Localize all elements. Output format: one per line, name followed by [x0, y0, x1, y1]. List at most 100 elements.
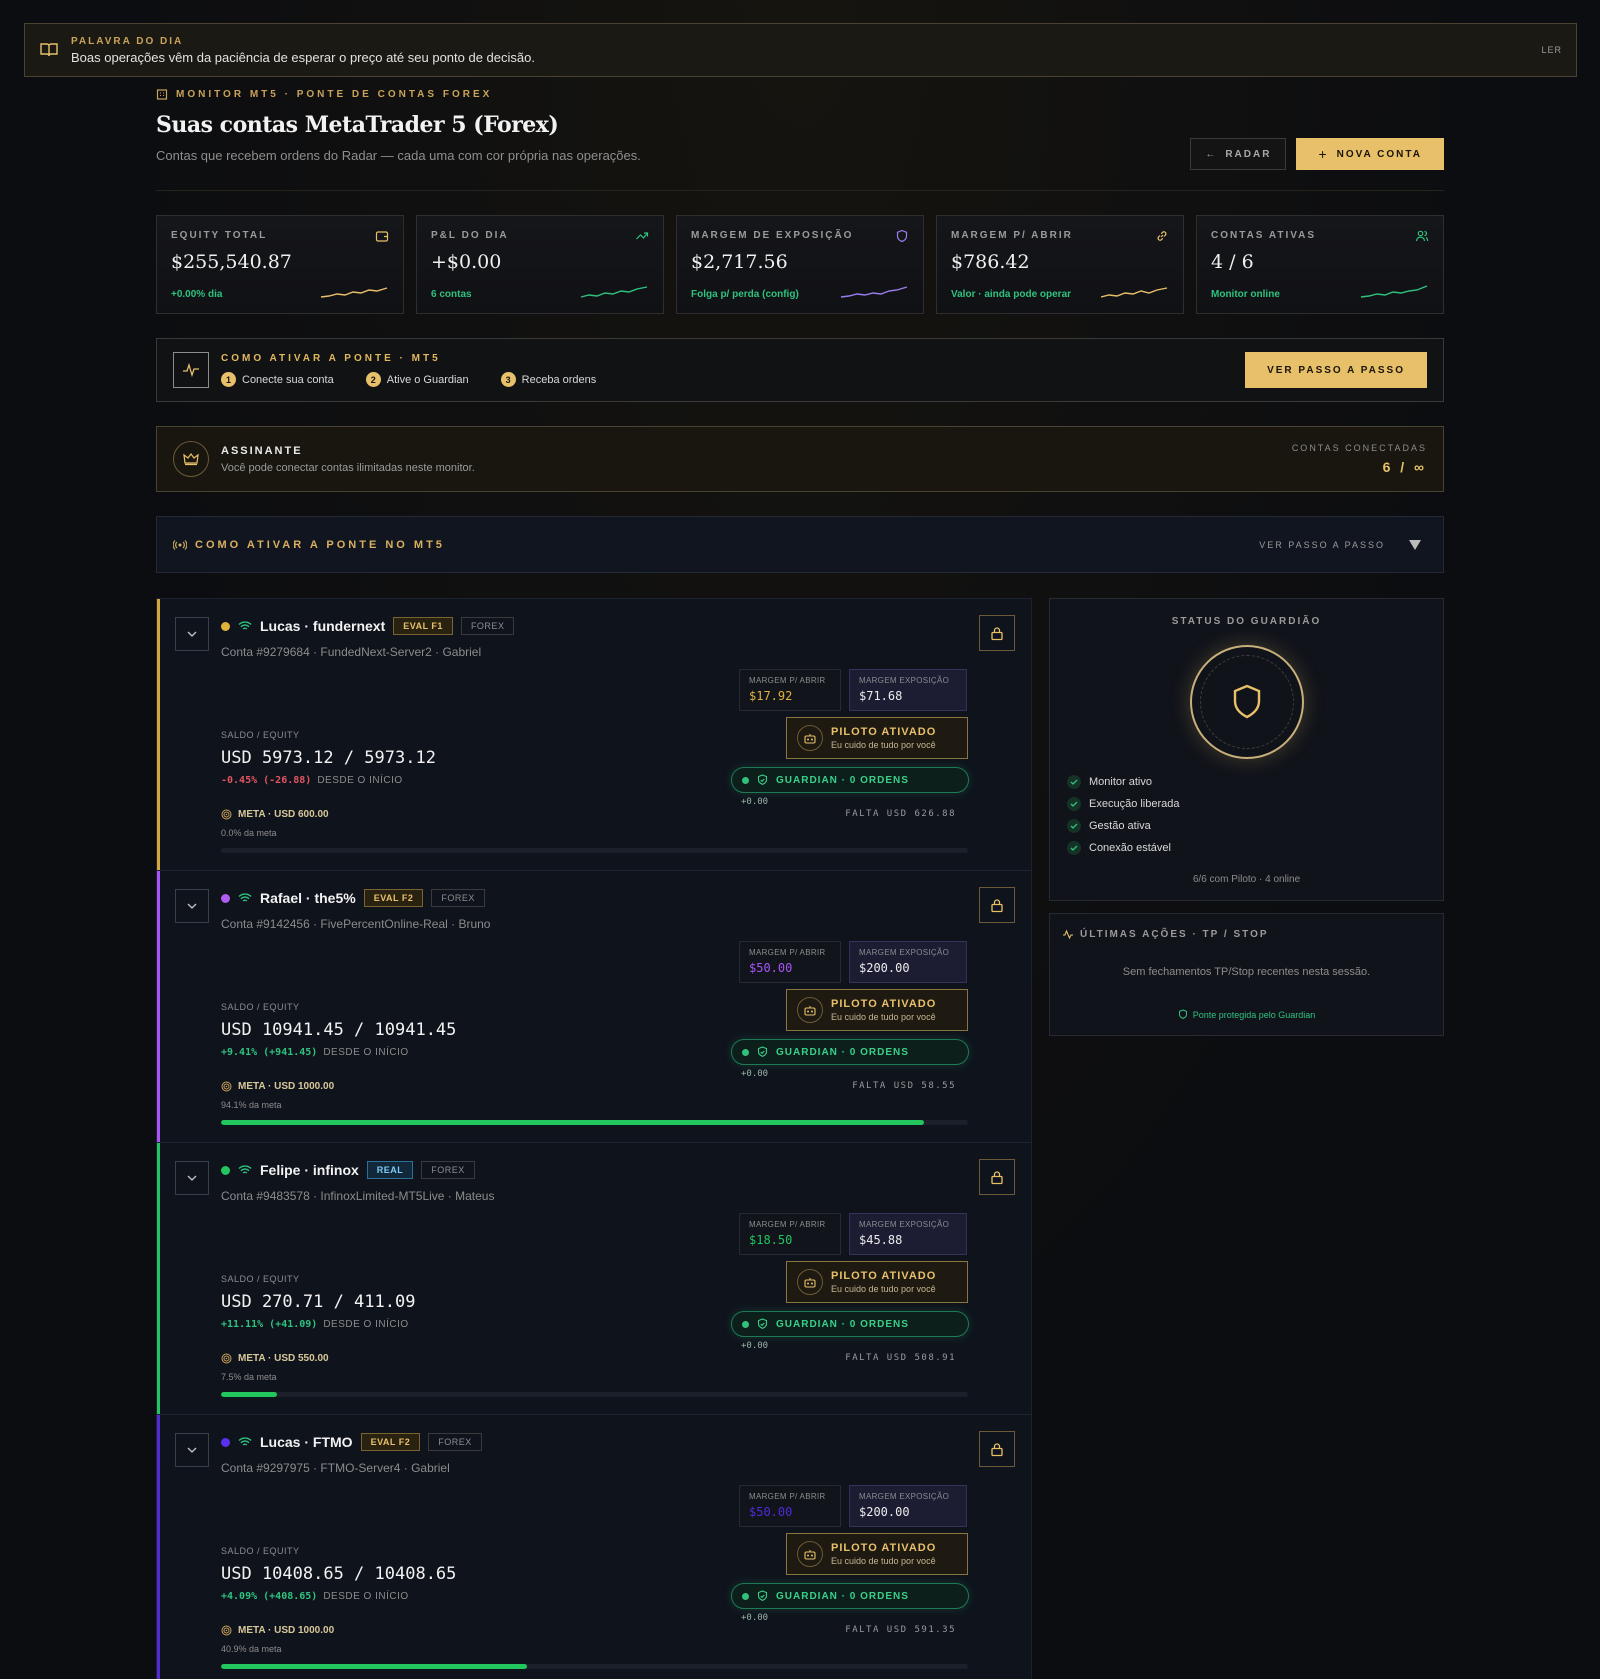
expand-toggle[interactable]	[175, 617, 209, 651]
pnl-value: +0.00	[741, 1341, 769, 1351]
guardian-ring	[1190, 645, 1304, 759]
status-dot	[221, 621, 230, 631]
goal-percent: 94.1% da meta	[221, 1100, 282, 1110]
pilot-sublabel: Eu cuido de tudo por você	[831, 1284, 936, 1294]
margin-open-box: MARGEM P/ ABRIR $18.50	[739, 1213, 841, 1255]
check-item: Conexão estável	[1067, 841, 1180, 855]
stat-card: P&L DO DIA +$0.00 6 contas	[416, 215, 664, 314]
new-account-button[interactable]: + NOVA CONTA	[1296, 138, 1444, 170]
expand-toggle[interactable]	[175, 1161, 209, 1195]
shield-check-icon	[757, 1318, 768, 1329]
sparkline	[580, 286, 648, 298]
protected-note-label: Ponte protegida pelo Guardian	[1192, 1009, 1316, 1020]
page-kicker-text: MONITOR MT5 · PONTE DE CONTAS FOREX	[176, 88, 493, 100]
accounts-list: Lucas · fundernext EVAL F1 FOREX Conta #…	[156, 598, 1032, 1679]
goal-progress-fill	[221, 1392, 278, 1397]
wifi-icon	[238, 621, 252, 630]
margin-open-value: $50.00	[749, 1505, 793, 1519]
lock-button[interactable]	[979, 1431, 1015, 1467]
step-by-step-button[interactable]: VER PASSO A PASSO	[1245, 352, 1427, 388]
market-badge: FOREX	[431, 889, 485, 907]
pilot-button[interactable]: PILOTO ATIVADO Eu cuido de tudo por você	[786, 989, 968, 1031]
goal-text: META · USD 1000.00	[238, 1625, 335, 1636]
lock-button[interactable]	[979, 887, 1015, 923]
radar-button[interactable]: ← RADAR	[1190, 138, 1287, 170]
lock-icon	[991, 898, 1003, 912]
pilot-sublabel: Eu cuido de tudo por você	[831, 1556, 936, 1566]
pilot-label: PILOTO ATIVADO	[831, 998, 937, 1010]
check-label: Execução liberada	[1089, 798, 1180, 810]
guardian-pill[interactable]: GUARDIAN · 0 ORDENS	[731, 767, 969, 793]
account-title: Rafael · the5% EVAL F2 FOREX	[221, 889, 485, 907]
howto-bar: COMO ATIVAR A PONTE · MT5 1 Conecte sua c…	[156, 338, 1444, 402]
margin-exposure-value: $71.68	[859, 689, 903, 703]
expand-toggle[interactable]	[175, 1433, 209, 1467]
stat-value: $786.42	[951, 251, 1030, 273]
guardian-pill[interactable]: GUARDIAN · 0 ORDENS	[731, 1583, 969, 1609]
guardian-pill[interactable]: GUARDIAN · 0 ORDENS	[731, 1311, 969, 1337]
account-color-bar	[157, 871, 160, 1142]
balance-change: +11.11% (+41.09) DESDE O INÍCIO	[221, 1319, 409, 1330]
goal-text: META · USD 600.00	[238, 809, 329, 820]
balance-value: USD 10941.45 / 10941.45	[221, 1020, 457, 1040]
check-label: Gestão ativa	[1089, 820, 1151, 832]
connected-accounts: CONTAS CONECTADAS 6 / ∞	[1292, 443, 1427, 475]
check-icon	[1067, 819, 1081, 833]
goal-label: META · USD 1000.00	[221, 1081, 334, 1092]
guardian-label: GUARDIAN · 0 ORDENS	[776, 1318, 909, 1330]
since-label: DESDE O INÍCIO	[317, 775, 403, 786]
status-dot	[221, 893, 230, 903]
actions-panel-title: ÚLTIMAS AÇÕES · TP / STOP	[1080, 928, 1269, 940]
howto-step: 2 Ative o Guardian	[365, 372, 469, 387]
remaining-value: FALTA USD 626.88	[845, 809, 956, 819]
account-meta: Conta #9279684 · FundedNext-Server2 · Ga…	[221, 645, 482, 659]
goal-label: META · USD 600.00	[221, 809, 329, 820]
read-link[interactable]: LER	[1541, 45, 1562, 55]
stat-label: P&L DO DIA	[431, 230, 509, 241]
chevron-down-icon	[187, 1447, 197, 1453]
account-type-badge: REAL	[366, 1161, 414, 1179]
lock-icon	[991, 1442, 1003, 1456]
guardian-pill[interactable]: GUARDIAN · 0 ORDENS	[731, 1039, 969, 1065]
robot-icon	[797, 1541, 823, 1567]
check-icon	[1067, 797, 1081, 811]
sparkline	[320, 287, 388, 298]
balance-value: USD 5973.12 / 5973.12	[221, 748, 436, 768]
recent-actions-panel: ÚLTIMAS AÇÕES · TP / STOP Sem fechamento…	[1049, 913, 1444, 1036]
margin-exposure-label: MARGEM EXPOSIÇÃO	[859, 1492, 950, 1501]
subscriber-desc: Você pode conectar contas ilimitadas nes…	[221, 461, 475, 474]
howto-step: 3 Receba ordens	[500, 372, 596, 387]
balance-label: SALDO / EQUITY	[221, 1274, 300, 1284]
margin-exposure-box: MARGEM EXPOSIÇÃO $200.00	[849, 941, 967, 983]
lock-button[interactable]	[979, 1159, 1015, 1195]
expand-toggle[interactable]	[175, 889, 209, 923]
pilot-button[interactable]: PILOTO ATIVADO Eu cuido de tudo por você	[786, 1261, 968, 1303]
stat-foot: +0.00% dia	[171, 289, 223, 300]
pilot-button[interactable]: PILOTO ATIVADO Eu cuido de tudo por você	[786, 1533, 968, 1575]
chevron-down-icon	[187, 1175, 197, 1181]
new-account-button-label: NOVA CONTA	[1336, 148, 1422, 160]
pilot-sublabel: Eu cuido de tudo por você	[831, 1012, 936, 1022]
howto-accordion[interactable]: COMO ATIVAR A PONTE NO MT5 VER PASSO A P…	[156, 516, 1444, 573]
pilot-button[interactable]: PILOTO ATIVADO Eu cuido de tudo por você	[786, 717, 968, 759]
robot-icon	[797, 997, 823, 1023]
radar-button-label: RADAR	[1225, 148, 1272, 160]
shield-icon	[1178, 1009, 1187, 1019]
accordion-action[interactable]: VER PASSO A PASSO	[1259, 539, 1421, 550]
banner-kicker: PALAVRA DO DIA	[71, 35, 184, 47]
shield-icon	[1233, 684, 1261, 719]
guardian-checks: Monitor ativo Execução liberada Gestão a…	[1067, 775, 1180, 863]
guardian-dot	[742, 1592, 749, 1600]
account-meta: Conta #9483578 · InfinoxLimited-MT5Live …	[221, 1189, 495, 1203]
plus-icon: +	[1318, 146, 1329, 162]
margin-open-value: $50.00	[749, 961, 793, 975]
accordion-title: COMO ATIVAR A PONTE NO MT5	[195, 538, 445, 551]
accordion-action-label: VER PASSO A PASSO	[1259, 539, 1385, 550]
connected-value: 6 / ∞	[1382, 459, 1427, 475]
stat-label: MARGEM P/ ABRIR	[951, 230, 1073, 241]
lock-icon	[991, 626, 1003, 640]
margin-exposure-label: MARGEM EXPOSIÇÃO	[859, 948, 950, 957]
banner-message: Boas operações vêm da paciência de esper…	[71, 49, 535, 65]
balance-change: +4.09% (+408.65) DESDE O INÍCIO	[221, 1591, 409, 1602]
lock-button[interactable]	[979, 615, 1015, 651]
